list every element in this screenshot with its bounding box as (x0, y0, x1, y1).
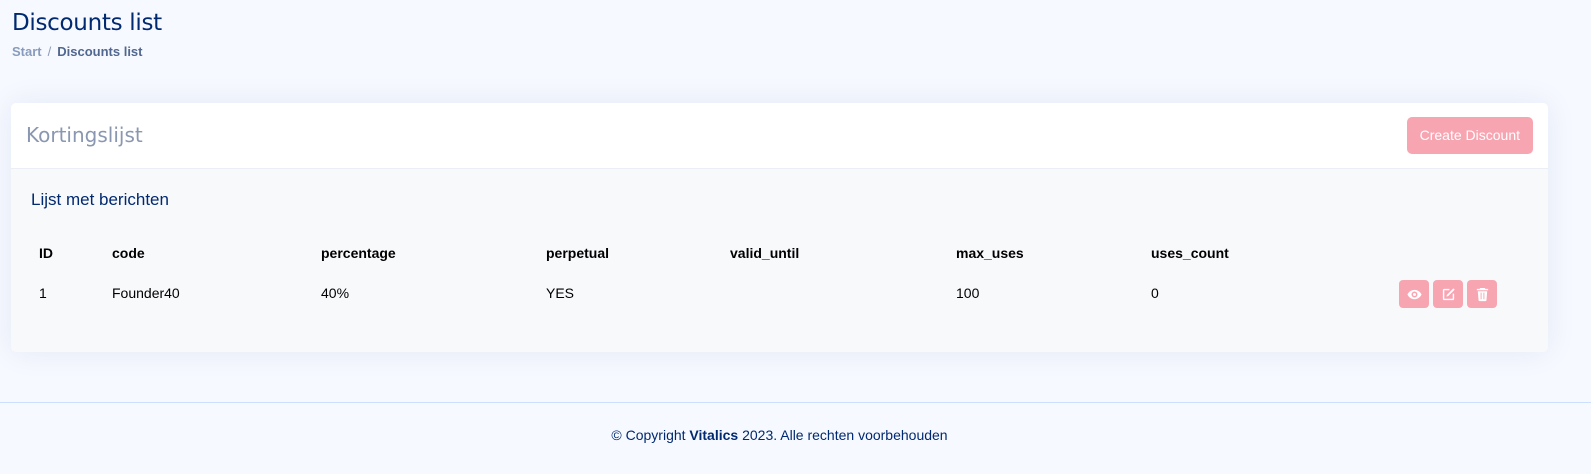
row-actions (1399, 280, 1497, 308)
create-discount-button[interactable]: Create Discount (1406, 117, 1533, 154)
column-header-perpetual: perpetual (546, 245, 610, 261)
cell-code: Founder40 (112, 285, 180, 301)
page-title: Discounts list (12, 10, 162, 36)
column-header-valid-until: valid_until (730, 245, 800, 261)
breadcrumb-start-link[interactable]: Start (12, 44, 42, 59)
delete-button[interactable] (1467, 280, 1497, 308)
page-header: Discounts list Start / Discounts list (12, 10, 162, 59)
breadcrumb-current: Discounts list (57, 44, 143, 59)
view-button[interactable] (1399, 280, 1429, 308)
column-header-uses-count: uses_count (1151, 245, 1229, 261)
table-row: 1 Founder40 40% YES 100 0 (31, 273, 1528, 313)
breadcrumb-separator: / (47, 44, 52, 59)
column-header-max-uses: max_uses (956, 245, 1024, 261)
cell-id: 1 (39, 285, 47, 301)
footer-brand: Vitalics (689, 427, 739, 443)
section-title: Lijst met berichten (31, 190, 169, 209)
card-header: Kortingslijst Create Discount (11, 103, 1548, 169)
cell-max-uses: 100 (956, 285, 980, 301)
card-title: Kortingslijst (26, 123, 143, 147)
column-header-percentage: percentage (321, 245, 396, 261)
edit-button[interactable] (1433, 280, 1463, 308)
cell-perpetual: YES (546, 285, 575, 301)
column-header-id: ID (39, 245, 53, 261)
cell-percentage: 40% (321, 285, 350, 301)
discounts-table: ID code percentage perpetual valid_until… (31, 233, 1528, 313)
footer-suffix: 2023. Alle rechten voorbehouden (738, 427, 948, 443)
footer-prefix: © Copyright (611, 427, 690, 443)
cell-uses-count: 0 (1151, 285, 1159, 301)
eye-icon (1406, 289, 1422, 299)
footer: © Copyright Vitalics 2023. Alle rechten … (0, 402, 1591, 474)
table-header-row: ID code percentage perpetual valid_until… (31, 233, 1528, 273)
column-header-code: code (112, 245, 145, 261)
edit-icon (1442, 287, 1455, 300)
breadcrumb: Start / Discounts list (12, 44, 162, 59)
discounts-card: Kortingslijst Create Discount Lijst met … (11, 103, 1548, 352)
trash-icon (1476, 287, 1488, 301)
footer-copyright: © Copyright Vitalics 2023. Alle rechten … (0, 427, 1559, 443)
